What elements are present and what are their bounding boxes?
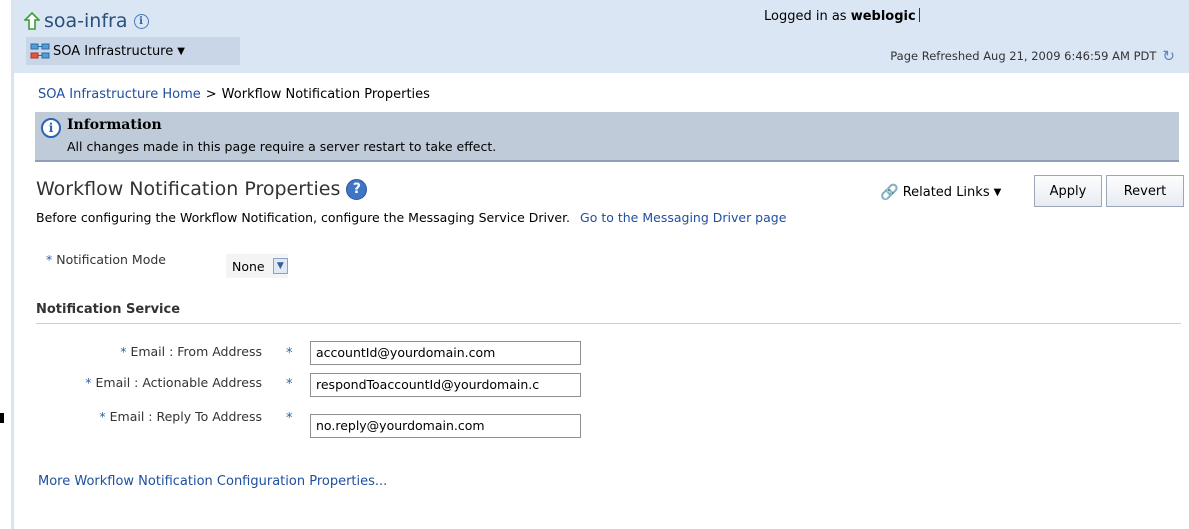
notification-mode-label: * Notification Mode [46, 252, 166, 267]
revert-button[interactable]: Revert [1106, 175, 1184, 207]
left-edge-marker [0, 413, 4, 423]
notification-mode-value: None [232, 258, 265, 274]
required-icon: * [99, 409, 106, 424]
soa-infrastructure-menu[interactable]: SOA Infrastructure ▼ [26, 37, 240, 65]
from-address-label-text: Email : From Address [130, 344, 262, 359]
from-address-label: * Email : From Address [40, 340, 262, 368]
breadcrumb: SOA Infrastructure Home > Workflow Notific… [38, 87, 430, 102]
breadcrumb-home-link[interactable]: SOA Infrastructure Home [38, 87, 201, 102]
section-divider [36, 323, 1181, 324]
reply-to-address-input[interactable]: no.reply@yourdomain.com [310, 414, 581, 438]
page-refreshed: Page Refreshed Aug 21, 2009 6:46:59 AM P… [890, 47, 1175, 65]
logged-in-status: Logged in as weblogic [764, 8, 920, 24]
required-icon: * [46, 252, 53, 267]
soa-infrastructure-icon [30, 43, 50, 59]
information-title: Information [67, 117, 162, 133]
chevron-down-icon: ▼ [993, 186, 1002, 198]
page-description: Before configuring the Workflow Notifica… [36, 210, 786, 225]
header-bar: soa-infra i SOA Infrastructure ▼ Logged … [14, 0, 1189, 73]
actionable-address-input[interactable]: respondToaccountId@yourdomain.c [310, 373, 581, 397]
required-icon: * [286, 411, 293, 426]
description-text: Before configuring the Workflow Notifica… [36, 210, 571, 225]
information-message: i Information All changes made in this p… [35, 112, 1179, 162]
notification-mode-text: Notification Mode [56, 252, 166, 267]
from-address-input[interactable]: accountId@yourdomain.com [310, 341, 581, 365]
chevron-down-icon: ▼ [177, 45, 185, 57]
information-icon: i [41, 118, 61, 138]
related-links-label: Related Links [902, 184, 990, 200]
page-title-text: Workflow Notification Properties [36, 178, 341, 200]
paperclip-icon: 🔗 [880, 183, 899, 201]
reply-to-address-label-text: Email : Reply To Address [109, 409, 262, 424]
notification-mode-select[interactable]: None ▼ [226, 254, 288, 278]
breadcrumb-current: Workflow Notification Properties [221, 87, 430, 102]
refresh-timestamp: Page Refreshed Aug 21, 2009 6:46:59 AM P… [890, 49, 1157, 63]
actionable-address-label: * Email : Actionable Address [40, 371, 262, 399]
apply-button[interactable]: Apply [1034, 175, 1102, 207]
reply-to-address-label: * Email : Reply To Address [40, 405, 262, 433]
info-icon[interactable]: i [133, 13, 149, 29]
required-icon: * [286, 377, 293, 392]
required-icon: * [85, 375, 92, 390]
app-title: soa-infra i [24, 10, 149, 32]
username: weblogic [850, 9, 916, 24]
refresh-icon[interactable]: ↻ [1162, 47, 1175, 65]
help-icon[interactable]: ? [346, 178, 368, 200]
more-properties-link[interactable]: More Workflow Notification Configuration… [38, 474, 387, 489]
chevron-down-icon[interactable]: ▼ [272, 258, 288, 274]
left-rule [11, 0, 14, 529]
logged-in-label: Logged in as [764, 9, 847, 24]
page-title: Workflow Notification Properties ? [36, 178, 368, 200]
required-icon: * [120, 344, 127, 359]
breadcrumb-separator: > [205, 87, 217, 102]
required-icon: * [286, 346, 293, 361]
messaging-driver-link[interactable]: Go to the Messaging Driver page [580, 210, 786, 225]
related-links-menu[interactable]: 🔗 Related Links ▼ [880, 183, 1001, 201]
target-name: soa-infra [44, 10, 128, 32]
actionable-address-label-text: Email : Actionable Address [95, 375, 263, 390]
up-arrow-icon[interactable] [24, 12, 40, 30]
information-text: All changes made in this page require a … [67, 139, 497, 154]
notification-service-heading: Notification Service [36, 302, 181, 317]
menu-label: SOA Infrastructure [53, 43, 174, 59]
